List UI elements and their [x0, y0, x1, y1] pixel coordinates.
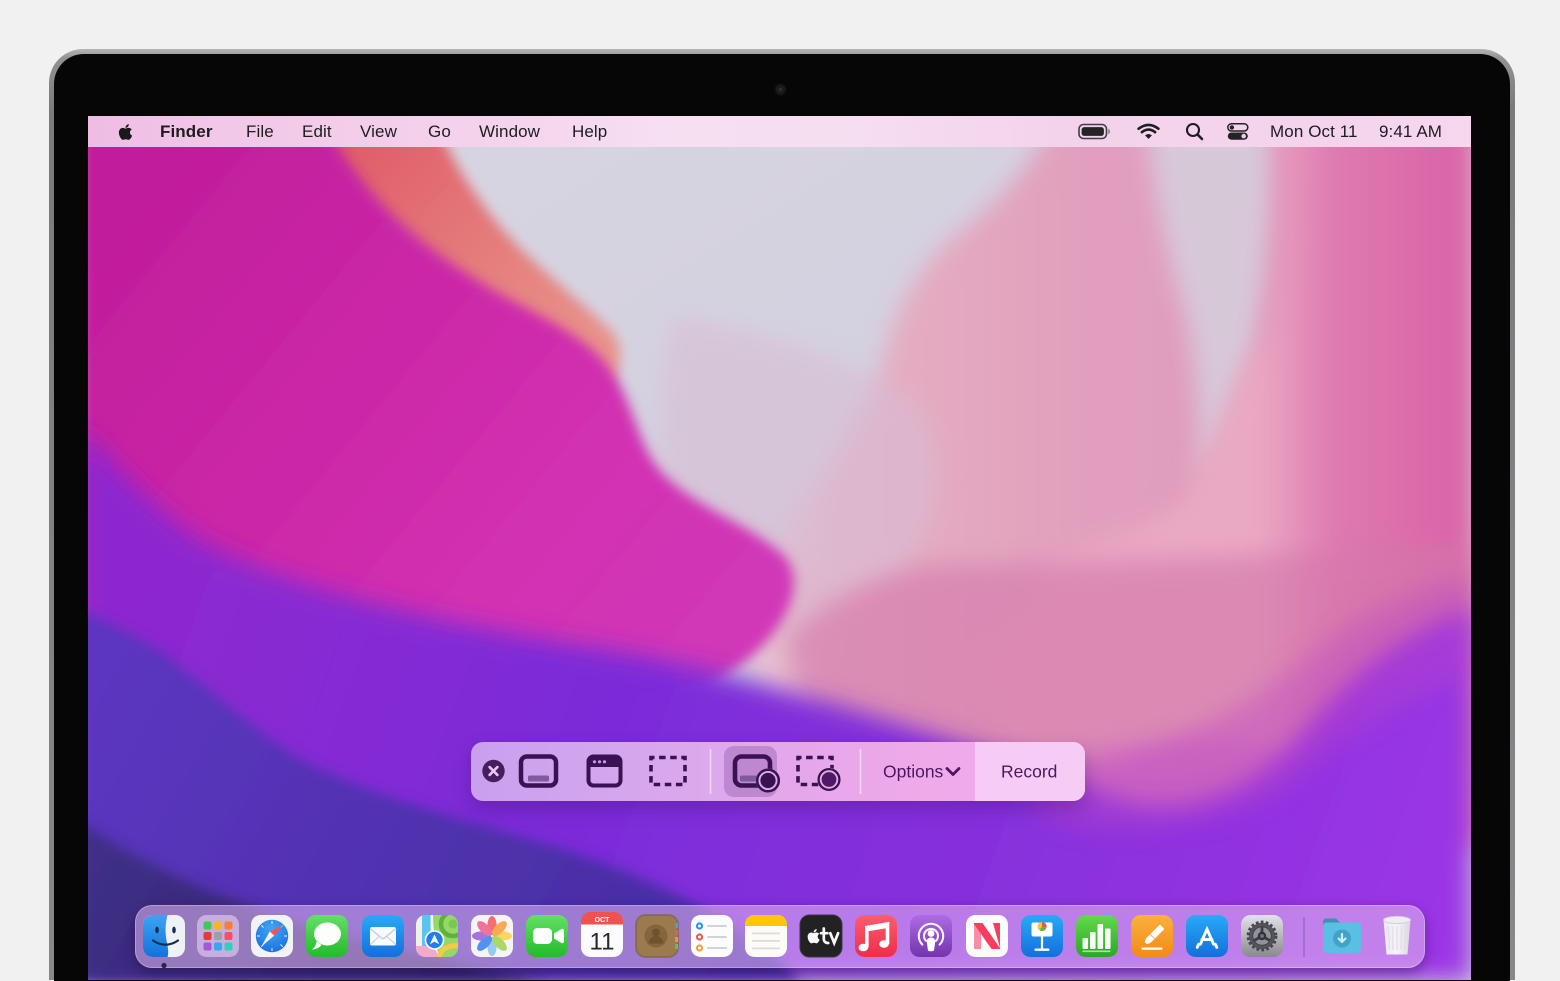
- svg-text:11: 11: [590, 929, 615, 956]
- svg-text:Options: Options: [883, 762, 944, 782]
- svg-text:OCT: OCT: [595, 917, 611, 924]
- svg-text:Record: Record: [1001, 762, 1057, 782]
